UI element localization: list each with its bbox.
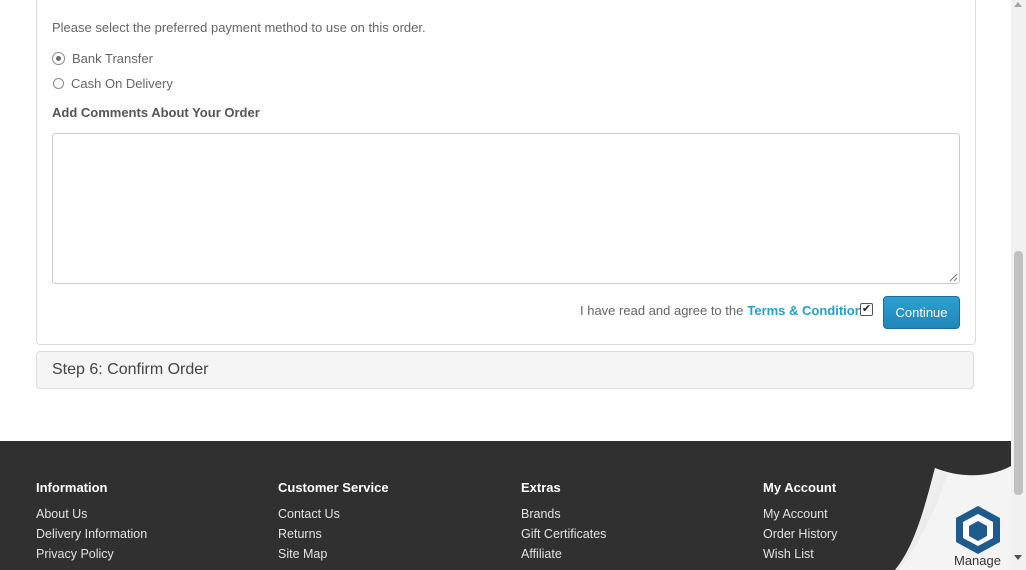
footer-link-site-map[interactable]: Site Map bbox=[278, 545, 389, 565]
footer-link-wish-list[interactable]: Wish List bbox=[763, 545, 837, 565]
footer-link-delivery-information[interactable]: Delivery Information bbox=[36, 525, 147, 545]
footer-column-information: Information About Us Delivery Informatio… bbox=[36, 480, 147, 565]
manage-label[interactable]: Manage bbox=[954, 553, 1001, 568]
step-6-panel[interactable]: Step 6: Confirm Order bbox=[36, 351, 974, 389]
resize-grip-icon[interactable] bbox=[949, 273, 958, 282]
scrollbar-thumb[interactable] bbox=[1014, 251, 1023, 495]
footer-link-returns[interactable]: Returns bbox=[278, 525, 389, 545]
footer: Information About Us Delivery Informatio… bbox=[0, 441, 1011, 570]
footer-heading: Extras bbox=[521, 480, 561, 495]
footer-column-my-account: My Account My Account Order History Wish… bbox=[763, 480, 837, 565]
terms-agreement: I have read and agree to the Terms & Con… bbox=[580, 303, 870, 318]
footer-link-my-account[interactable]: My Account bbox=[763, 505, 837, 525]
agree-text: I have read and agree to the bbox=[580, 303, 744, 318]
checkbox-checked-icon[interactable]: ✔ bbox=[860, 303, 873, 316]
payment-option-bank-transfer[interactable]: Bank Transfer bbox=[52, 51, 153, 66]
radio-selected-icon[interactable] bbox=[52, 52, 65, 65]
payment-option-label: Cash On Delivery bbox=[71, 76, 173, 91]
comments-textarea[interactable] bbox=[52, 133, 960, 284]
footer-link-contact-us[interactable]: Contact Us bbox=[278, 505, 389, 525]
continue-button[interactable]: Continue bbox=[883, 296, 960, 329]
footer-heading: Information bbox=[36, 480, 108, 495]
radio-empty-icon[interactable] bbox=[53, 78, 64, 89]
footer-column-customer-service: Customer Service Contact Us Returns Site… bbox=[278, 480, 389, 565]
footer-link-brands[interactable]: Brands bbox=[521, 505, 606, 525]
footer-link-about-us[interactable]: About Us bbox=[36, 505, 147, 525]
scroll-down-icon[interactable] bbox=[1014, 555, 1022, 560]
payment-option-cash-on-delivery[interactable]: Cash On Delivery bbox=[52, 76, 173, 91]
payment-instruction: Please select the preferred payment meth… bbox=[52, 20, 426, 35]
footer-link-affiliate[interactable]: Affiliate bbox=[521, 545, 606, 565]
footer-link-privacy-policy[interactable]: Privacy Policy bbox=[36, 545, 147, 565]
footer-heading: My Account bbox=[763, 480, 837, 495]
comments-label: Add Comments About Your Order bbox=[52, 105, 260, 120]
step-6-title[interactable]: Step 6: Confirm Order bbox=[52, 361, 209, 379]
footer-heading: Customer Service bbox=[278, 480, 389, 495]
footer-link-gift-certificates[interactable]: Gift Certificates bbox=[521, 525, 606, 545]
checkout-page: Please select the preferred payment meth… bbox=[0, 0, 1026, 570]
footer-column-extras: Extras Brands Gift Certificates Affiliat… bbox=[521, 480, 606, 565]
terms-conditions-link[interactable]: Terms & Conditions bbox=[747, 303, 870, 318]
footer-link-order-history[interactable]: Order History bbox=[763, 525, 837, 545]
payment-option-label: Bank Transfer bbox=[72, 51, 153, 66]
scroll-up-icon[interactable] bbox=[1014, 2, 1022, 7]
